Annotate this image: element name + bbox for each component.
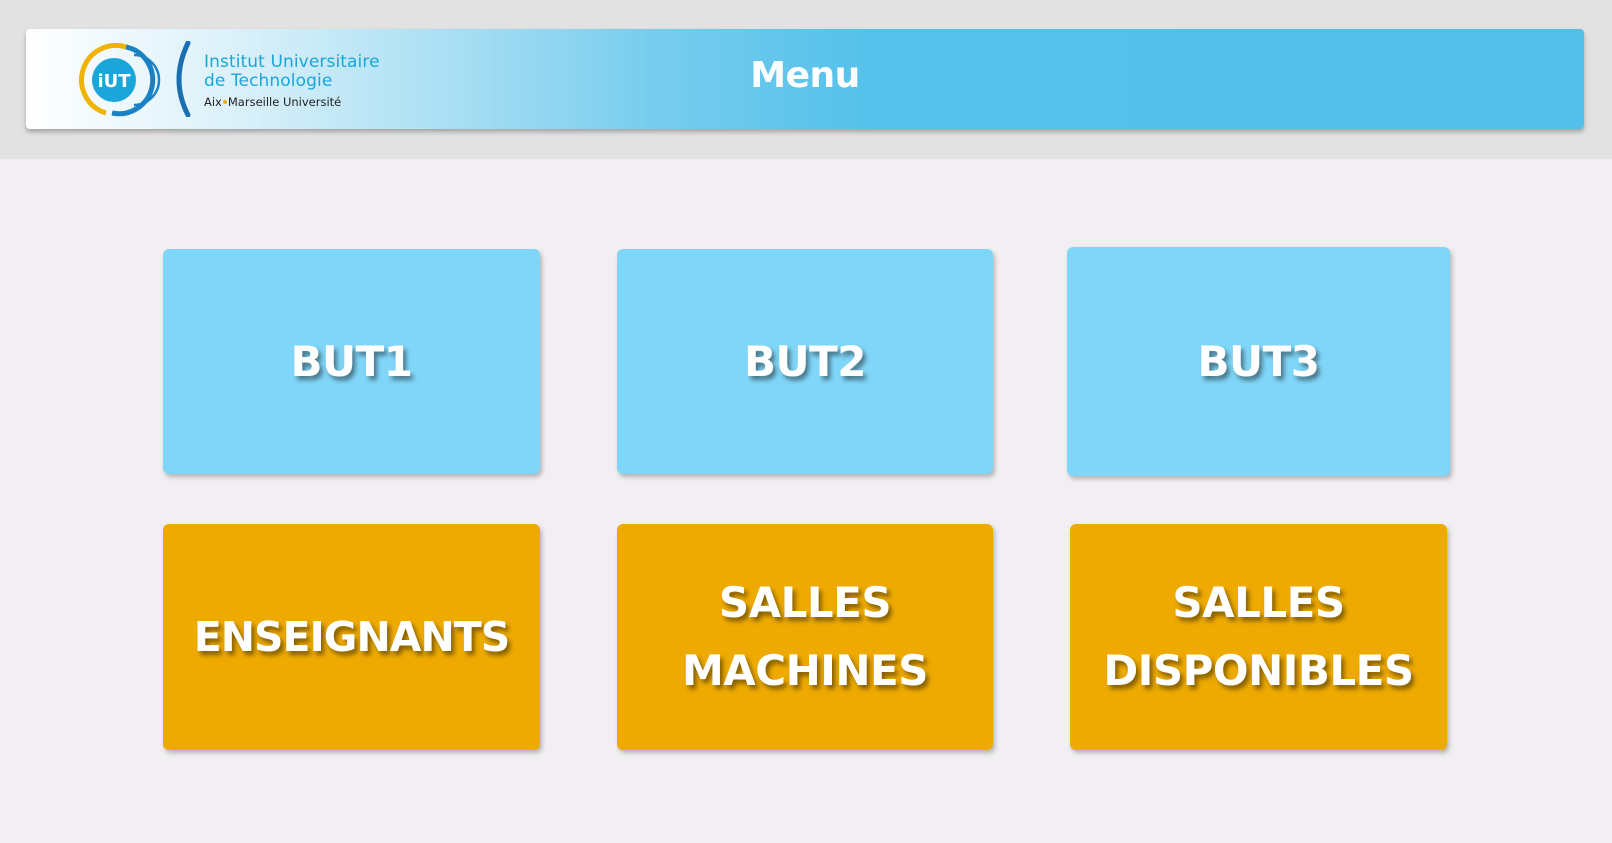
page-title: Menu bbox=[750, 55, 860, 96]
but3-button[interactable]: BUT3 bbox=[1067, 247, 1450, 476]
but1-label: BUT1 bbox=[290, 336, 414, 386]
salles-machines-button[interactable]: SALLES MACHINES bbox=[617, 524, 993, 750]
salles-disponibles-button[interactable]: SALLES DISPONIBLES bbox=[1070, 524, 1447, 750]
salles-machines-label: SALLES MACHINES bbox=[682, 578, 929, 695]
but1-button[interactable]: BUT1 bbox=[163, 249, 540, 474]
but2-button[interactable]: BUT2 bbox=[617, 249, 993, 474]
but3-label: BUT3 bbox=[1197, 336, 1321, 386]
but2-label: BUT2 bbox=[744, 336, 867, 386]
header-bar: iUT Institut Universitaire de Technologi… bbox=[26, 29, 1584, 129]
logo-text-line3: Aix Marseille Université bbox=[204, 95, 342, 109]
enseignants-label: ENSEIGNANTS bbox=[193, 613, 511, 661]
salles-disponibles-label: SALLES DISPONIBLES bbox=[1103, 578, 1414, 695]
enseignants-button[interactable]: ENSEIGNANTS bbox=[163, 524, 540, 750]
